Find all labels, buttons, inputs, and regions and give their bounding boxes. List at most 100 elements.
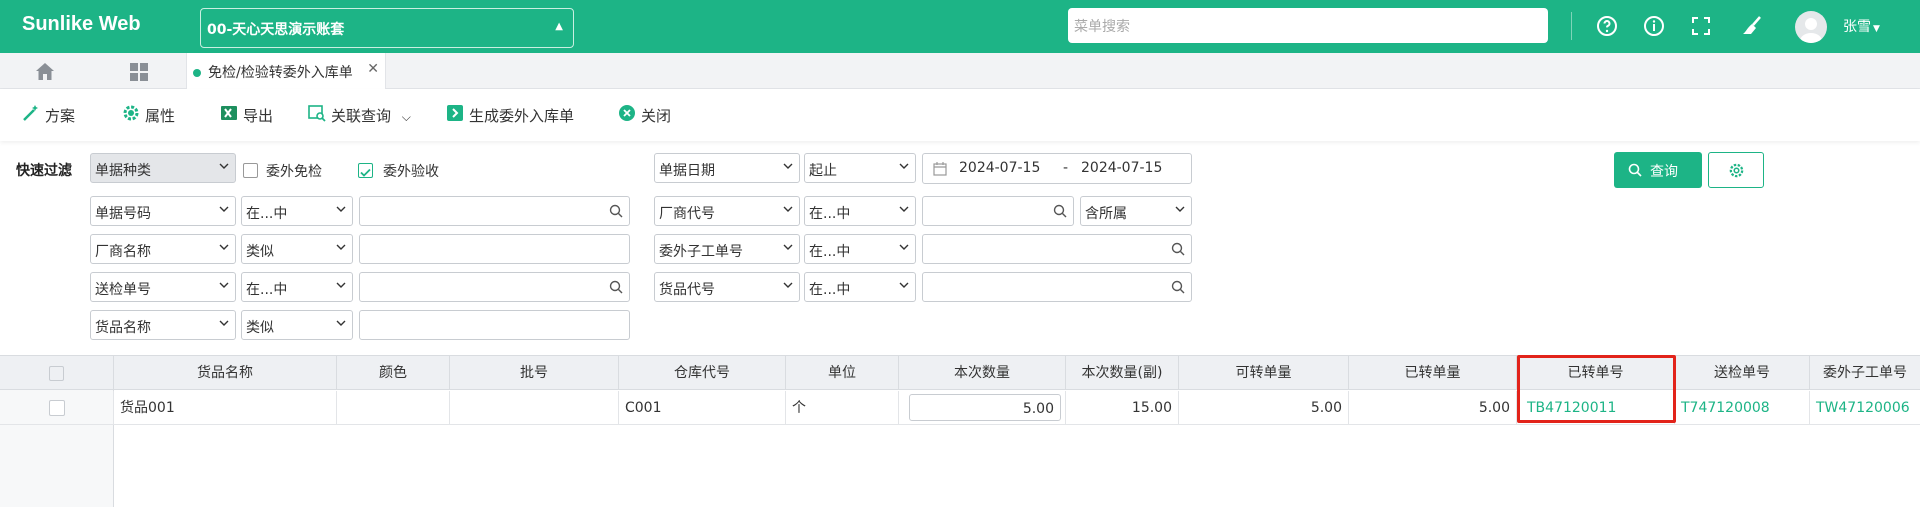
column-header[interactable]: 货品名称 <box>114 356 337 390</box>
cell-warehouse: C001 <box>619 391 786 425</box>
table-row[interactable]: 货品001 C001 个 5.00 15.00 5.00 5.00 TB4712… <box>0 391 1920 425</box>
generate-icon <box>446 104 464 129</box>
column-header[interactable]: 送检单号 <box>1675 356 1810 390</box>
filter-field-value: 货品代号 <box>659 282 715 298</box>
filter-field-select[interactable]: 厂商代号 <box>654 196 800 226</box>
include-sub-select[interactable]: 含所属 <box>1080 196 1192 226</box>
chevron-down-icon <box>219 163 229 169</box>
search-icon <box>1171 242 1185 256</box>
chevron-down-icon <box>783 244 793 250</box>
column-header[interactable]: 可转单量 <box>1179 356 1349 390</box>
cell-qty: 5.00 <box>899 391 1066 425</box>
filter-settings-button[interactable] <box>1708 152 1764 188</box>
help-icon[interactable] <box>1595 14 1619 38</box>
chevron-down-icon <box>219 320 229 326</box>
properties-button[interactable]: 属性 <box>122 104 175 128</box>
close-label: 关闭 <box>641 107 672 125</box>
tab-apps[interactable] <box>90 53 186 89</box>
chevron-down-icon <box>899 206 909 212</box>
filter-operator-select[interactable]: 在...中 <box>804 234 916 264</box>
filter-field-select[interactable]: 送检单号 <box>90 272 236 302</box>
avatar[interactable] <box>1795 11 1827 43</box>
qty-input[interactable]: 5.00 <box>909 394 1061 421</box>
chevron-down-icon <box>219 282 229 288</box>
date-to[interactable]: 2024-07-15 <box>1081 160 1162 176</box>
link-sub-order-no[interactable]: TW47120006 <box>1810 391 1920 425</box>
account-select[interactable]: 00-天心天思演示账套 ▲ <box>200 8 574 48</box>
query-label: 查询 <box>1650 164 1678 180</box>
export-button[interactable]: 导出 <box>220 104 273 128</box>
exempt-checkbox[interactable] <box>243 163 258 178</box>
chevron-down-icon <box>899 282 909 288</box>
link-transferred-no[interactable]: TB47120011 <box>1517 391 1675 425</box>
date-from[interactable]: 2024-07-15 <box>959 160 1040 176</box>
doc-date-select[interactable]: 单据日期 <box>654 153 800 183</box>
doc-type-select[interactable]: 单据种类 <box>90 153 236 183</box>
menu-search-input[interactable]: 菜单搜索 <box>1068 8 1548 43</box>
cell-available-qty: 5.00 <box>1179 391 1349 425</box>
vendor-name-input[interactable] <box>359 234 630 264</box>
vendor-code-input[interactable] <box>922 196 1074 226</box>
user-menu[interactable]: 张雪 ▼ <box>1843 16 1880 36</box>
link-inspection-no[interactable]: T747120008 <box>1675 391 1810 425</box>
calendar-search-icon <box>308 104 326 129</box>
date-mode-select[interactable]: 起止 <box>804 153 916 183</box>
plan-button[interactable]: 方案 <box>22 104 75 128</box>
accept-checkbox[interactable] <box>358 163 373 178</box>
tab-active[interactable]: 免检/检验转委外入库单 ✕ <box>186 53 386 89</box>
select-all-checkbox[interactable] <box>49 365 64 381</box>
filter-operator-select[interactable]: 类似 <box>241 234 353 264</box>
filter-field-select[interactable]: 厂商名称 <box>90 234 236 264</box>
quick-filter-label: 快速过滤 <box>16 163 72 179</box>
column-header[interactable]: 已转单号 <box>1517 356 1675 390</box>
filter-operator-select[interactable]: 在...中 <box>804 272 916 302</box>
sub-order-input[interactable] <box>922 234 1192 264</box>
column-header[interactable]: 批号 <box>450 356 619 390</box>
column-header[interactable]: 颜色 <box>337 356 450 390</box>
item-name-input[interactable] <box>359 310 630 340</box>
filter-operator-select[interactable]: 在...中 <box>241 196 353 226</box>
filter-field-select[interactable]: 单据号码 <box>90 196 236 226</box>
column-header[interactable]: 本次数量(副) <box>1066 356 1179 390</box>
header-select-all[interactable] <box>0 356 114 390</box>
date-range-picker[interactable]: 2024-07-15 - 2024-07-15 <box>922 153 1192 184</box>
generate-label: 生成委外入库单 <box>469 107 575 125</box>
column-header[interactable]: 本次数量 <box>899 356 1066 390</box>
filter-field-select[interactable]: 委外子工单号 <box>654 234 800 264</box>
gear-icon <box>122 104 140 129</box>
query-button[interactable]: 查询 <box>1614 152 1702 188</box>
active-dot-icon <box>193 69 201 77</box>
filter-operator-select[interactable]: 在...中 <box>241 272 353 302</box>
column-header[interactable]: 单位 <box>786 356 899 390</box>
chevron-down-icon <box>1175 206 1185 212</box>
filter-field-select[interactable]: 货品名称 <box>90 310 236 340</box>
doc-type-value: 单据种类 <box>95 163 151 179</box>
fullscreen-icon[interactable] <box>1689 14 1713 38</box>
filter-field-select[interactable]: 货品代号 <box>654 272 800 302</box>
info-icon[interactable] <box>1642 14 1666 38</box>
row-checkbox[interactable] <box>48 400 65 416</box>
generate-button[interactable]: 生成委外入库单 <box>446 104 574 128</box>
tab-home[interactable] <box>0 53 90 89</box>
column-header[interactable]: 已转单量 <box>1349 356 1517 390</box>
close-button[interactable]: 关闭 <box>618 104 671 128</box>
inspection-no-input[interactable] <box>359 272 630 302</box>
doc-date-value: 单据日期 <box>659 163 715 179</box>
column-header[interactable]: 仓库代号 <box>619 356 786 390</box>
filter-operator-select[interactable]: 在...中 <box>804 196 916 226</box>
row-select[interactable] <box>0 391 114 425</box>
filter-operator-select[interactable]: 类似 <box>241 310 353 340</box>
filter-field-value: 厂商名称 <box>95 244 151 260</box>
item-code-input[interactable] <box>922 272 1192 302</box>
chevron-down-icon <box>336 282 346 288</box>
close-tab-icon[interactable]: ✕ <box>367 61 379 77</box>
doc-no-input[interactable] <box>359 196 630 226</box>
caret-up-icon: ▲ <box>555 21 563 32</box>
broom-icon[interactable] <box>1740 14 1764 38</box>
related-query-button[interactable]: 关联查询 ⌵ <box>308 104 411 128</box>
calendar-icon <box>933 162 947 176</box>
data-grid: 货品名称 颜色 批号 仓库代号 单位 本次数量 本次数量(副) 可转单量 已转单… <box>0 355 1920 507</box>
search-icon <box>1628 163 1642 177</box>
column-header[interactable]: 委外子工单号 <box>1810 356 1920 390</box>
chevron-down-icon <box>783 163 793 169</box>
